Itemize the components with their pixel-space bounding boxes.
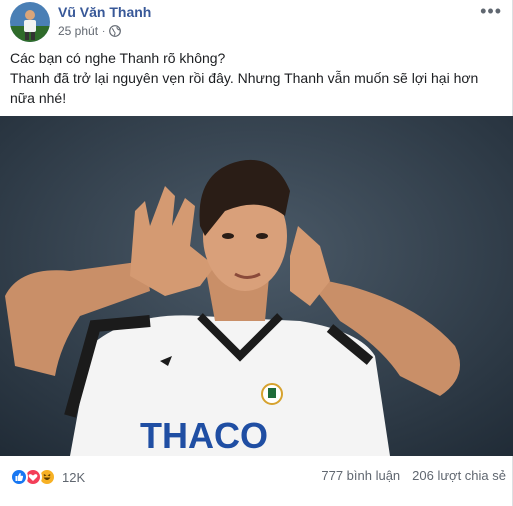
post-text-line: Thanh đã trở lại nguyên vẹn rồi đây. Như…: [10, 70, 479, 106]
post-timestamp[interactable]: 25 phút: [58, 24, 98, 38]
comments-count[interactable]: 777 bình luận: [321, 468, 400, 483]
globe-icon[interactable]: [109, 25, 122, 37]
more-options-button[interactable]: •••: [480, 2, 502, 20]
author-name[interactable]: Vũ Văn Thanh: [58, 4, 151, 20]
like-icon: [10, 468, 28, 486]
reactions-summary[interactable]: 12K: [10, 468, 85, 486]
post-text-line: Các bạn có nghe Thanh rõ không?: [10, 50, 226, 66]
post-footer: 12K 777 bình luận 206 lượt chia sẻ: [10, 466, 506, 488]
jersey-sponsor-text: THACO: [140, 415, 268, 456]
reaction-count[interactable]: 12K: [62, 470, 85, 485]
post-header: Vũ Văn Thanh 25 phút · •••: [10, 2, 510, 42]
engagement-stats: 777 bình luận 206 lượt chia sẻ: [321, 468, 506, 483]
meta-separator: ·: [102, 25, 106, 37]
post-photo[interactable]: THACO: [0, 116, 513, 456]
facebook-post: Vũ Văn Thanh 25 phút · ••• Các bạn có ng…: [0, 0, 513, 506]
post-meta: 25 phút ·: [58, 24, 122, 38]
avatar[interactable]: [10, 2, 50, 42]
post-text: Các bạn có nghe Thanh rõ không? Thanh đã…: [10, 48, 506, 108]
shares-count[interactable]: 206 lượt chia sẻ: [412, 468, 506, 483]
